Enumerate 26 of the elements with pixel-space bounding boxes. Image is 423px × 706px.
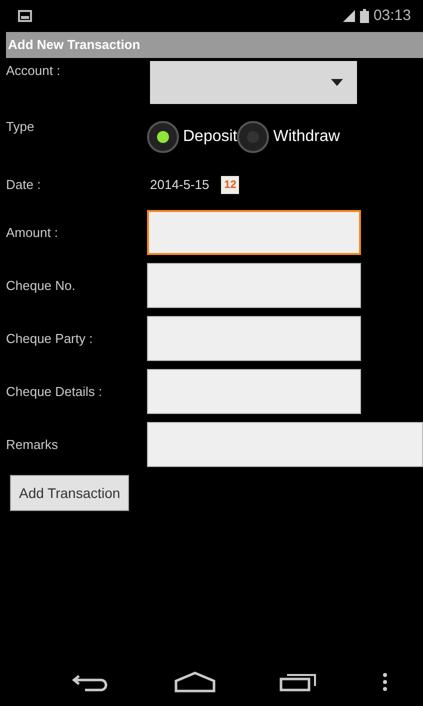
recent-apps-icon[interactable] [278, 672, 319, 692]
field-label: Remarks [6, 436, 60, 454]
home-icon[interactable] [174, 671, 216, 693]
text-input[interactable] [147, 316, 361, 361]
radio-option[interactable]: Withdraw [237, 121, 340, 153]
clock-time: 03:13 [373, 6, 411, 26]
field-label: Amount : [6, 224, 60, 242]
radio-option[interactable]: Deposit [147, 121, 238, 153]
screen-title: Add New Transaction [8, 36, 140, 54]
caret-icon [331, 79, 343, 86]
text-input[interactable] [147, 422, 423, 467]
text-input[interactable] [147, 263, 361, 308]
add-transaction-button[interactable]: Add Transaction [10, 475, 130, 511]
field-label: Cheque No. [6, 276, 76, 295]
field-label: Cheque Details : [6, 382, 104, 401]
field-label: Account : [6, 62, 62, 80]
notification-icon [18, 10, 32, 22]
text-input[interactable] [147, 369, 361, 414]
overflow-menu-icon[interactable] [382, 672, 388, 692]
signal-icon [342, 9, 356, 23]
field-label: Cheque Party : [6, 330, 94, 348]
date-value: 2014-5-15 [150, 176, 210, 194]
field-label: Date : [6, 176, 42, 194]
text-input[interactable] [147, 210, 361, 255]
field-label: Type [6, 118, 36, 136]
battery-icon [360, 9, 370, 23]
